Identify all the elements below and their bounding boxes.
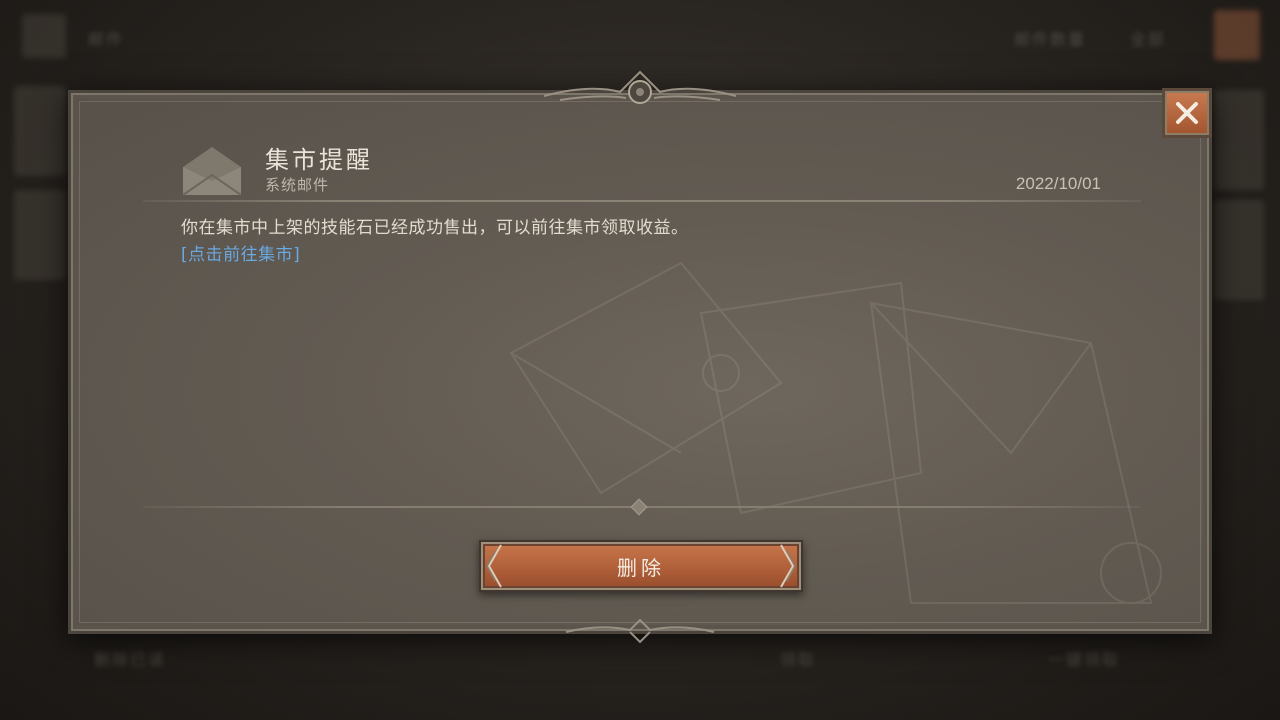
background-header-icon (22, 14, 66, 58)
background-header-label: 邮件 (88, 30, 125, 49)
close-button[interactable] (1162, 88, 1212, 138)
background-footer-claim: 领取 (780, 650, 817, 669)
background-mail-row (14, 86, 66, 176)
mail-date: 2022/10/01 (1015, 174, 1101, 193)
background-footer-claim-all: 一键领取 (1048, 650, 1121, 669)
background-footer-delete: 删除已读 (94, 650, 167, 669)
close-icon (1176, 102, 1198, 124)
delete-button[interactable]: 删除 (479, 540, 803, 592)
dialog-bottom-ornament (565, 618, 715, 644)
mail-category: 系统邮件 (265, 176, 330, 194)
background-header-filter: 全部 (1130, 30, 1167, 49)
mail-title: 集市提醒 (265, 146, 373, 174)
background-mail-row (14, 190, 66, 280)
delete-button-label: 删除 (617, 555, 665, 580)
game-screen: 邮件 邮件数量 全部 删除已读 领取 一键领取 集市提醒 系统邮件 2022/1… (0, 0, 1280, 720)
mail-body: 你在集市中上架的技能石已经成功售出，可以前往集市领取收益。 (181, 218, 689, 238)
header-divider (143, 200, 1141, 202)
background-side-panel (1214, 90, 1264, 190)
button-corner-left-ornament (486, 544, 502, 588)
background-header-count: 邮件数量 (1014, 30, 1087, 49)
go-to-market-link[interactable]: [点击前往集市] (181, 240, 300, 265)
mail-dialog: 集市提醒 系统邮件 2022/10/01 你在集市中上架的技能石已经成功售出，可… (68, 90, 1212, 634)
button-corner-right-ornament (780, 544, 796, 588)
envelope-icon (182, 147, 242, 196)
dialog-top-ornament (543, 70, 737, 104)
background-side-panel (1214, 200, 1264, 300)
background-header-button (1214, 10, 1260, 60)
